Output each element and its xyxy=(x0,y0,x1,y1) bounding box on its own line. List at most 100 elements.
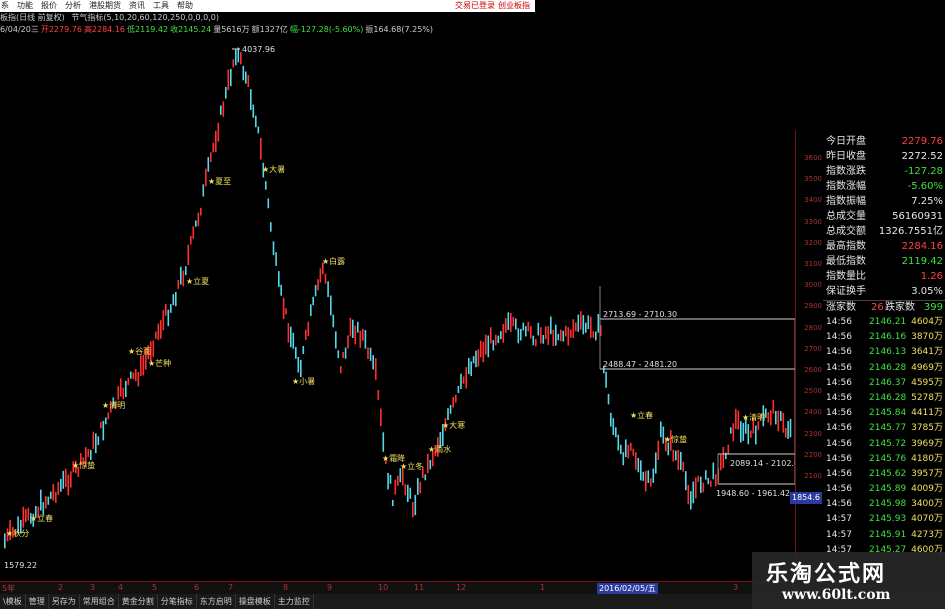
candlestick xyxy=(122,387,125,400)
candlestick xyxy=(647,470,650,483)
candlestick xyxy=(537,322,540,336)
tick-row[interactable]: 14:56 2145.77 3785万 xyxy=(823,421,945,436)
candlestick xyxy=(515,318,517,330)
date-label: 3 xyxy=(90,583,96,592)
tick-volume: 3969万 xyxy=(911,438,943,449)
tick-row[interactable]: 14:57 2145.93 4070万 xyxy=(823,512,945,527)
candlestick xyxy=(627,444,630,459)
candlestick xyxy=(622,452,625,466)
candlestick xyxy=(765,408,767,418)
candlestick xyxy=(780,411,782,421)
date-label: 2016/02/05/五 xyxy=(597,583,658,594)
bottom-tab[interactable]: 分笔指标 xyxy=(158,594,197,609)
menu-item[interactable]: 分析 xyxy=(65,0,81,12)
menu-item[interactable]: 帮助 xyxy=(177,0,193,12)
tick-row[interactable]: 14:56 2146.13 3641万 xyxy=(823,345,945,360)
candlestick xyxy=(22,506,25,528)
tick-price: 2145.89 xyxy=(869,484,907,495)
tick-row[interactable]: 14:56 2146.28 5278万 xyxy=(823,391,945,406)
menu-item[interactable]: 资讯 xyxy=(129,0,145,12)
panel-label: 指数涨跌 xyxy=(826,166,866,177)
bottom-tab[interactable]: 常用组合 xyxy=(80,594,119,609)
chart-title: 板指(日线 前复权) xyxy=(0,13,65,22)
menu-item[interactable]: 系 xyxy=(1,0,9,12)
candlestick xyxy=(335,331,337,349)
tick-row[interactable]: 14:56 2145.89 4009万 xyxy=(823,482,945,497)
bottom-tab[interactable]: 东方启明 xyxy=(197,594,236,609)
solar-term-marker: ★雨水 xyxy=(428,444,451,454)
tick-row[interactable]: 14:56 2145.84 4411万 xyxy=(823,406,945,421)
tick-row[interactable]: 14:57 2145.91 4273万 xyxy=(823,528,945,543)
tick-row[interactable]: 14:56 2145.76 4180万 xyxy=(823,452,945,467)
tick-row[interactable]: 14:56 2145.62 3957万 xyxy=(823,467,945,482)
tick-row[interactable]: 14:56 2145.72 3969万 xyxy=(823,437,945,452)
candlestick xyxy=(87,449,90,458)
tick-list[interactable]: 14:56 2146.21 4604万 14:56 2146.16 3870万 14:56 2… xyxy=(823,315,945,558)
candlestick xyxy=(740,421,742,443)
bottom-tab[interactable]: \模板 xyxy=(0,594,26,609)
candlestick xyxy=(362,328,364,341)
tick-row[interactable]: 14:56 2145.98 3400万 xyxy=(823,497,945,512)
ohlc-field: 6/04/20三 xyxy=(0,25,39,34)
ohlc-field: 额1327亿 xyxy=(251,25,288,34)
date-label: 12 xyxy=(456,583,467,592)
candlestick xyxy=(635,452,637,470)
candlestick xyxy=(755,425,757,445)
candlestick xyxy=(675,450,677,461)
candlestick xyxy=(354,325,357,345)
candlestick xyxy=(162,310,165,331)
panel-row: 指数涨幅 -5.60% xyxy=(823,179,945,194)
tick-volume: 4595万 xyxy=(911,377,943,388)
tick-row[interactable]: 14:56 2146.16 3870万 xyxy=(823,330,945,345)
ohlc-field: 高2284.16 xyxy=(83,25,126,34)
candlestick xyxy=(132,372,135,379)
candlestick xyxy=(465,367,467,389)
bottom-tab[interactable]: 黄金分割 xyxy=(119,594,158,609)
bottom-tab[interactable]: 管理 xyxy=(26,594,49,609)
candlestick xyxy=(730,427,732,434)
tick-row[interactable]: 14:56 2146.37 4595万 xyxy=(823,376,945,391)
candlestick-chart[interactable]: 2713.69 - 2710.30 2488.47 - 2481.20 2089.1… xyxy=(0,36,795,581)
candlestick xyxy=(330,295,332,316)
candlestick xyxy=(337,350,340,359)
tick-time: 14:56 xyxy=(826,317,852,327)
watermark-banner: 乐淘公式网 www.60lt.com xyxy=(752,552,945,609)
candlestick xyxy=(520,328,522,341)
candlestick xyxy=(265,181,267,190)
candlestick xyxy=(720,454,722,471)
tick-row[interactable]: 14:56 2146.28 4969万 xyxy=(823,361,945,376)
menu-right-item[interactable]: 创业板指 xyxy=(498,0,530,12)
panel-label: 今日开盘 xyxy=(826,136,866,147)
candlestick xyxy=(552,329,555,346)
candlestick xyxy=(287,323,290,343)
tick-price: 2146.16 xyxy=(869,332,907,343)
panel-row: 总成交额 1326.7551亿 xyxy=(823,224,945,239)
menu-item[interactable]: 功能 xyxy=(17,0,33,12)
candlestick xyxy=(767,412,770,423)
menu-item[interactable]: 报价 xyxy=(41,0,57,12)
tick-time: 14:56 xyxy=(826,377,852,388)
candlestick xyxy=(497,335,500,344)
candlestick xyxy=(640,460,642,481)
tick-volume: 3400万 xyxy=(911,499,943,510)
candlestick xyxy=(775,411,777,425)
candlestick xyxy=(452,397,454,408)
date-label: 1 xyxy=(540,583,546,592)
tick-time: 14:56 xyxy=(826,484,852,495)
panel-label: 指数涨幅 xyxy=(826,181,866,192)
candlestick xyxy=(220,105,222,115)
bottom-tab[interactable]: 主力监控 xyxy=(275,594,314,609)
tick-volume: 4009万 xyxy=(911,484,943,495)
menu-item[interactable]: 港股期货 xyxy=(89,0,121,12)
menu-right-item[interactable]: 交易已登录 xyxy=(455,0,495,12)
candlestick xyxy=(424,474,427,481)
menu-item[interactable]: 工具 xyxy=(153,0,169,12)
candlestick xyxy=(680,451,682,470)
tick-volume: 3641万 xyxy=(911,347,943,358)
tick-row[interactable]: 14:56 2146.21 4604万 xyxy=(823,315,945,330)
bottom-tab[interactable]: 操盘模板 xyxy=(236,594,275,609)
bottom-tab[interactable]: 另存为 xyxy=(49,594,80,609)
candlestick xyxy=(530,326,532,339)
candlestick xyxy=(632,448,635,456)
candlestick xyxy=(692,481,695,504)
